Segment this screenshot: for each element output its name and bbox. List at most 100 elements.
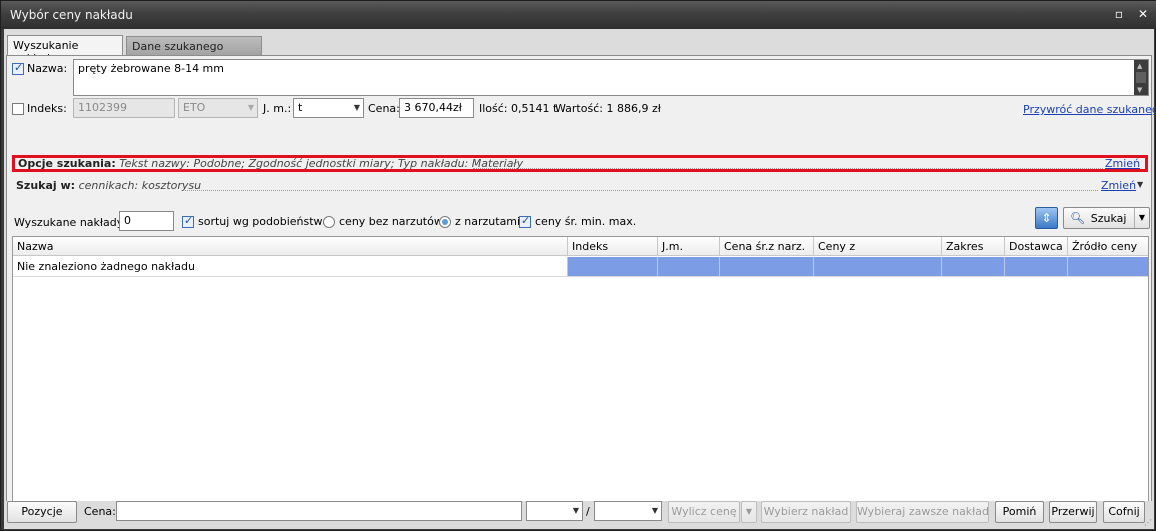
- table-cell-avg-price[interactable]: [720, 257, 814, 276]
- name-input[interactable]: pręty żebrowane 8-14 mm ▲ ▼: [73, 59, 1149, 96]
- radio-with-markup[interactable]: [439, 216, 451, 228]
- search-options-row: Opcje szukania: Tekst nazwy: Podobne; Zg…: [12, 155, 1148, 172]
- title-bar[interactable]: Wybór ceny nakładu ▫ ✕: [1, 1, 1156, 29]
- scroll-down-icon[interactable]: ▼: [1137, 86, 1142, 94]
- stop-button[interactable]: Przerwij: [1049, 501, 1097, 523]
- search-in-change-link[interactable]: Zmień: [1101, 179, 1136, 192]
- table-cell-range[interactable]: [942, 257, 1005, 276]
- bottom-separator: /: [586, 505, 590, 518]
- chevron-down-icon[interactable]: ▼: [1134, 208, 1149, 228]
- bottom-toolbar: Pozycje Cena: ▼ / ▼ Wylicz cenę ▼ Wybier…: [4, 501, 1154, 529]
- sort-label: sortuj wg podobieństwa: [198, 215, 330, 228]
- unit-select-value: t: [298, 101, 303, 114]
- index-input[interactable]: 1102399: [73, 98, 175, 118]
- found-count-input[interactable]: 0: [119, 211, 174, 231]
- column-header-index[interactable]: Indeks: [568, 237, 658, 256]
- positions-button[interactable]: Pozycje: [7, 501, 77, 523]
- close-icon[interactable]: ✕: [1136, 7, 1150, 21]
- radio-no-markup-label: ceny bez narzutów: [339, 215, 443, 228]
- table-cell-index[interactable]: [568, 257, 658, 276]
- window-title: Wybór ceny nakładu: [10, 8, 133, 22]
- undo-label: Cofnij: [1108, 505, 1140, 518]
- bottom-price-label: Cena:: [84, 505, 116, 518]
- table-cell-supplier[interactable]: [1005, 257, 1068, 276]
- index-checkbox[interactable]: [12, 103, 24, 115]
- results-table: Nazwa Indeks J.m. Cena śr.z narz. Ceny z…: [12, 236, 1149, 517]
- bottom-select-1[interactable]: ▼: [526, 501, 583, 521]
- table-header: Nazwa Indeks J.m. Cena śr.z narz. Ceny z…: [13, 237, 1148, 256]
- table-cell-price-source[interactable]: [1068, 257, 1148, 276]
- chevron-down-icon: ▼: [745, 507, 753, 516]
- column-header-supplier[interactable]: Dostawca: [1005, 237, 1068, 256]
- column-header-price-source[interactable]: Źródło ceny: [1068, 237, 1148, 256]
- stop-label: Przerwij: [1051, 505, 1095, 518]
- price-input[interactable]: 3 670,44zł: [399, 98, 474, 118]
- chevron-down-icon[interactable]: ▼: [1137, 180, 1143, 189]
- name-label: Nazwa:: [27, 62, 68, 75]
- column-header-avg-price[interactable]: Cena śr.z narz.: [720, 237, 814, 256]
- index-type-value: ETO: [183, 101, 206, 114]
- positions-button-label: Pozycje: [21, 505, 63, 518]
- search-button-label: Szukaj: [1090, 212, 1127, 225]
- radio-no-markup[interactable]: [323, 216, 335, 228]
- price-input-value: 3 670,44zł: [404, 101, 462, 114]
- name-checkbox[interactable]: [12, 61, 24, 75]
- found-label: Wyszukane nakłady:: [14, 216, 127, 229]
- index-input-value: 1102399: [78, 101, 127, 114]
- columns-icon: ⇕: [1041, 211, 1052, 225]
- chevron-down-icon: ▼: [247, 103, 254, 112]
- scroll-thumb[interactable]: [1136, 72, 1146, 83]
- bottom-select-2[interactable]: ▼: [594, 501, 662, 521]
- search-panel: Nazwa: pręty żebrowane 8-14 mm ▲ ▼ Indek…: [6, 55, 1156, 527]
- table-cell-unit[interactable]: [658, 257, 720, 276]
- unit-label: J. m.:: [263, 102, 292, 115]
- scroll-up-icon[interactable]: ▲: [1137, 62, 1142, 70]
- tab-search[interactable]: Wyszukanie nakładu: [7, 35, 123, 65]
- table-cell-name[interactable]: Nie znaleziono żadnego nakładu: [13, 257, 568, 276]
- sort-checkbox[interactable]: [182, 214, 194, 228]
- calc-price-button[interactable]: Wylicz cenę: [668, 501, 740, 523]
- chevron-down-icon: ▼: [572, 506, 579, 515]
- options-value: Tekst nazwy: Podobne; Zgodność jednostki…: [119, 157, 524, 170]
- calc-price-dropdown[interactable]: ▼: [741, 501, 757, 523]
- options-dotted-line: [473, 168, 1103, 169]
- always-choose-label: Wybieraj zawsze nakład: [857, 505, 990, 518]
- choose-item-button[interactable]: Wybierz nakład: [761, 501, 851, 523]
- search-in-dotted-line: [183, 190, 1098, 191]
- avg-price-checkbox[interactable]: [519, 214, 531, 228]
- search-in-label: Szukaj w:: [16, 179, 76, 192]
- always-choose-button[interactable]: Wybieraj zawsze nakład: [856, 501, 989, 523]
- unit-select[interactable]: t ▼: [293, 98, 364, 118]
- chevron-down-icon: ▼: [651, 506, 658, 515]
- table-row[interactable]: Nie znaleziono żadnego nakładu: [13, 257, 1148, 277]
- bottom-price-input[interactable]: [116, 501, 522, 521]
- calc-price-label: Wylicz cenę: [671, 505, 737, 518]
- search-in-text: Szukaj w: cennikach: kosztorysu: [16, 179, 201, 192]
- undo-button[interactable]: Cofnij: [1103, 501, 1145, 523]
- column-header-name[interactable]: Nazwa: [13, 237, 568, 256]
- search-icon: 🔍︎: [1070, 211, 1086, 225]
- column-header-range[interactable]: Zakres: [942, 237, 1005, 256]
- restore-search-link[interactable]: Przywróć dane szukanego: [1023, 103, 1156, 116]
- dialog-body: Wyszukanie nakładu Dane szukanego nakład…: [4, 29, 1156, 529]
- skip-button[interactable]: Pomiń: [995, 501, 1044, 523]
- column-header-unit[interactable]: J.m.: [658, 237, 720, 256]
- column-header-prices-from[interactable]: Ceny z: [814, 237, 942, 256]
- tab-searched-data[interactable]: Dane szukanego nakładu: [126, 36, 262, 66]
- avg-price-label: ceny śr. min. max.: [535, 215, 637, 228]
- index-type-select[interactable]: ETO ▼: [178, 98, 258, 118]
- resize-grip-icon[interactable]: ⋰: [1144, 518, 1152, 527]
- options-label: Opcje szukania:: [18, 157, 116, 170]
- search-button[interactable]: 🔍︎ Szukaj ▼: [1063, 207, 1150, 229]
- quantity-text: Ilość: 0,5141 t: [479, 102, 558, 115]
- column-layout-button[interactable]: ⇕: [1035, 207, 1058, 229]
- options-change-link[interactable]: Zmień: [1105, 157, 1140, 170]
- name-scrollbar[interactable]: ▲ ▼: [1134, 60, 1148, 95]
- dialog-window: Wybór ceny nakładu ▫ ✕ Wyszukanie nakład…: [0, 0, 1156, 531]
- restore-icon[interactable]: ▫: [1112, 7, 1126, 21]
- index-label: Indeks:: [27, 102, 67, 115]
- table-cell-prices-from[interactable]: [814, 257, 942, 276]
- choose-item-label: Wybierz nakład: [763, 505, 849, 518]
- radio-with-markup-label: z narzutami: [455, 215, 521, 228]
- value-text: Wartość: 1 886,9 zł: [555, 102, 661, 115]
